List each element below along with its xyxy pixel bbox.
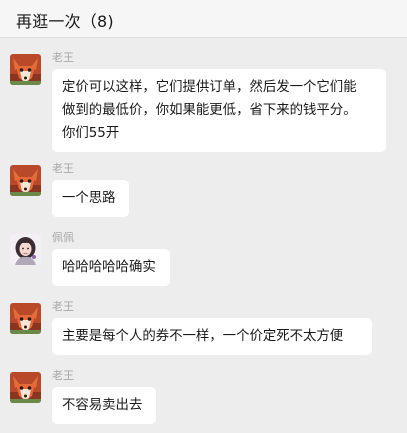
sender-name: 老王 <box>52 369 74 382</box>
message-text: 做到的最低价，你如果能更低，省下来的钱平分。 <box>62 103 357 118</box>
message-text: 定价可以这样，它们提供订单，然后发一个它们能 <box>62 80 357 95</box>
fox-avatar-icon[interactable] <box>10 54 41 85</box>
message-bubble[interactable]: 不容易卖出去 <box>52 387 156 424</box>
sender-name: 老王 <box>52 162 74 175</box>
message-item: 老王 一个思路 <box>0 159 407 224</box>
message-bubble[interactable]: 一个思路 <box>52 180 129 217</box>
message-bubble[interactable]: 定价可以这样，它们提供订单，然后发一个它们能 做到的最低价，你如果能更低，省下来… <box>52 69 386 152</box>
message-text: 一个思路 <box>62 191 116 206</box>
message-item: 老王 主要是每个人的券不一样，一个价定死不太方便 <box>0 297 407 362</box>
message-text: 不容易卖出去 <box>62 398 143 413</box>
message-text: 你们55开 <box>62 126 120 141</box>
sender-name: 老王 <box>52 300 74 313</box>
message-text: 哈哈哈哈哈确实 <box>62 260 156 275</box>
fox-avatar-icon[interactable] <box>10 303 41 334</box>
sender-name: 老王 <box>52 51 74 64</box>
message-item: 老王 不容易卖出去 <box>0 366 407 431</box>
chat-header: 再逛一次（8) <box>0 0 407 38</box>
message-bubble[interactable]: 主要是每个人的券不一样，一个价定死不太方便 <box>52 318 372 355</box>
message-item: 佩佩 哈哈哈哈哈确实 <box>0 228 407 293</box>
message-item: 老王 定价可以这样，它们提供订单，然后发一个它们能 做到的最低价，你如果能更低，… <box>0 48 407 158</box>
message-bubble[interactable]: 哈哈哈哈哈确实 <box>52 249 170 286</box>
fox-avatar-icon[interactable] <box>10 165 41 196</box>
fox-avatar-icon[interactable] <box>10 372 41 403</box>
sender-name: 佩佩 <box>52 231 74 244</box>
girl-avatar-icon[interactable] <box>10 234 41 265</box>
chat-title[interactable]: 再逛一次（8) <box>16 8 114 32</box>
message-text: 主要是每个人的券不一样，一个价定死不太方便 <box>62 329 344 344</box>
